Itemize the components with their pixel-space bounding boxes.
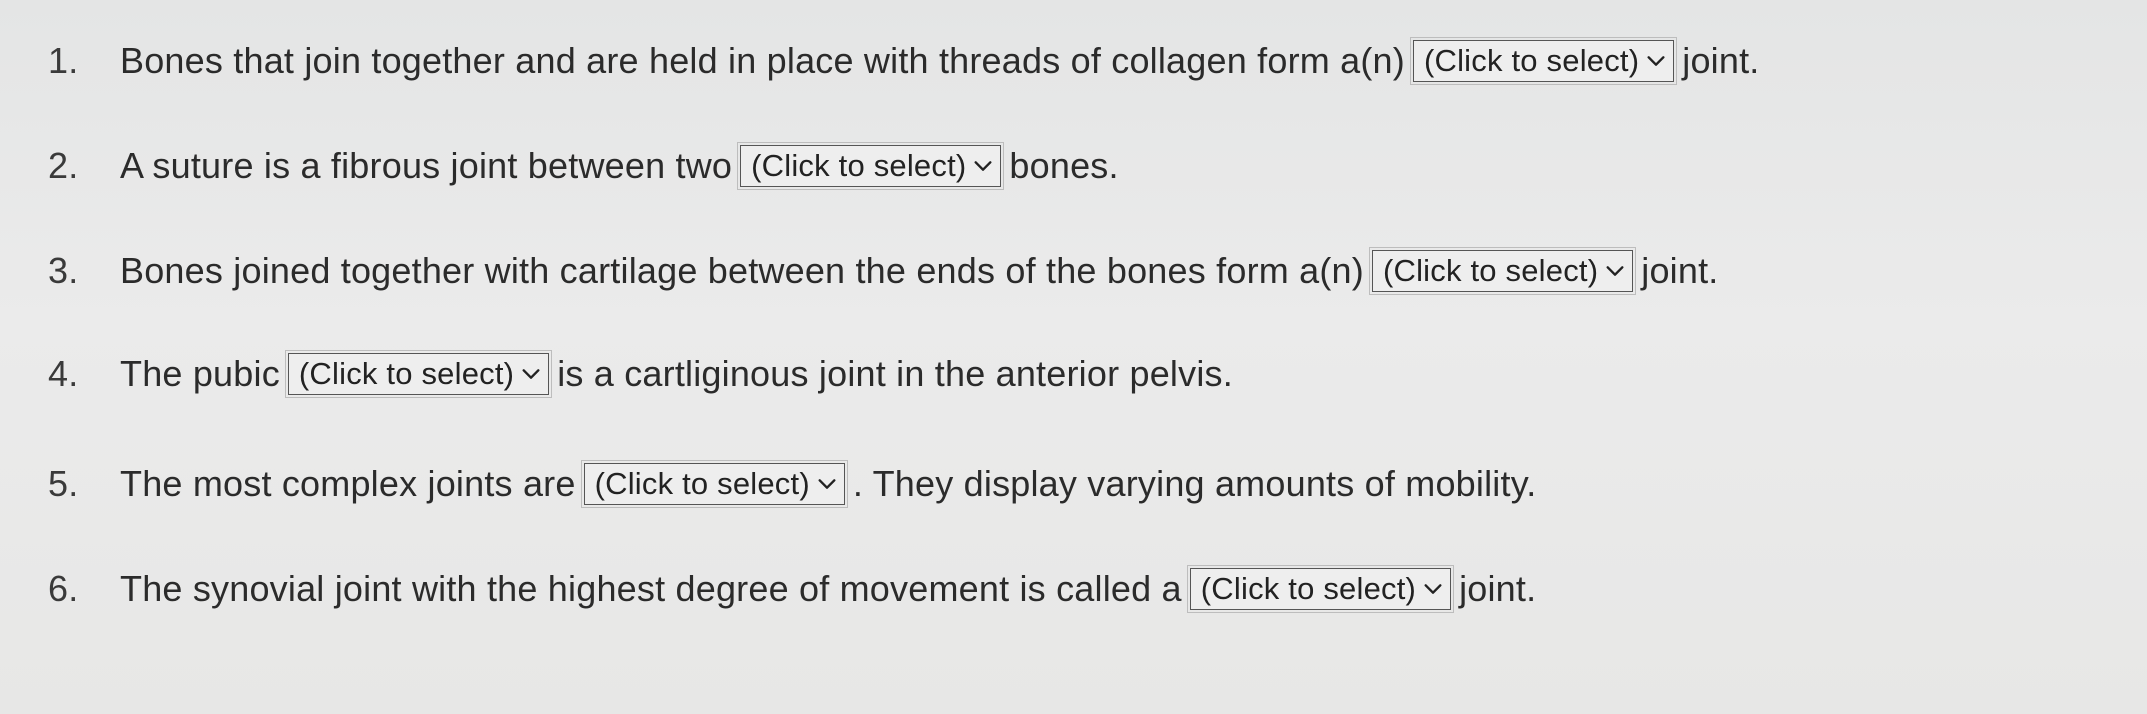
question-text-after: . They display varying amounts of mobili… — [852, 463, 1537, 504]
answer-select-1[interactable]: (Click to select) — [1409, 37, 1678, 85]
question-text-before: Bones that join together and are held in… — [120, 40, 1405, 81]
question-number: 1. — [48, 40, 79, 81]
chevron-down-icon — [972, 155, 994, 177]
answer-select-3[interactable]: (Click to select) — [1368, 247, 1637, 295]
answer-select-5[interactable]: (Click to select) — [580, 460, 848, 508]
question-text-after: bones. — [1009, 145, 1119, 186]
chevron-down-icon — [520, 363, 542, 385]
question-text-after: joint. — [1641, 250, 1719, 291]
select-placeholder: (Click to select) — [1382, 253, 1599, 288]
chevron-down-icon — [1604, 260, 1626, 282]
question-list: 1. Bones that join together and are held… — [0, 0, 2147, 714]
question-text-after: is a cartliginous joint in the anterior … — [557, 353, 1233, 394]
question-1: 1. Bones that join together and are held… — [48, 34, 1760, 88]
select-placeholder: (Click to select) — [594, 466, 810, 501]
answer-select-6[interactable]: (Click to select) — [1186, 565, 1455, 613]
question-2: 2. A suture is a fibrous joint between t… — [48, 139, 1119, 193]
question-3: 3. Bones joined together with cartilage … — [48, 244, 1719, 298]
question-text-before: The most complex joints are — [120, 463, 576, 504]
select-placeholder: (Click to select) — [1423, 43, 1640, 78]
question-number: 5. — [48, 463, 79, 504]
answer-select-2[interactable]: (Click to select) — [737, 142, 1005, 190]
select-placeholder: (Click to select) — [1200, 571, 1417, 606]
question-4: 4. The pubic (Click to select) is a cart… — [48, 347, 1233, 401]
question-6: 6. The synovial joint with the highest d… — [48, 562, 1536, 616]
question-text-before: The pubic — [120, 353, 280, 394]
answer-select-4[interactable]: (Click to select) — [284, 350, 553, 398]
chevron-down-icon — [816, 473, 838, 495]
question-text-after: joint. — [1682, 40, 1760, 81]
question-number: 3. — [48, 250, 79, 291]
question-5: 5. The most complex joints are (Click to… — [48, 457, 1536, 511]
chevron-down-icon — [1422, 578, 1444, 600]
select-placeholder: (Click to select) — [751, 148, 967, 183]
question-number: 6. — [48, 568, 79, 609]
question-text-before: The synovial joint with the highest degr… — [120, 568, 1182, 609]
question-number: 4. — [48, 353, 79, 394]
chevron-down-icon — [1645, 50, 1667, 72]
question-text-before: A suture is a fibrous joint between two — [120, 145, 733, 186]
question-text-before: Bones joined together with cartilage bet… — [120, 250, 1364, 291]
question-number: 2. — [48, 145, 79, 186]
question-text-after: joint. — [1459, 568, 1537, 609]
select-placeholder: (Click to select) — [298, 356, 515, 391]
